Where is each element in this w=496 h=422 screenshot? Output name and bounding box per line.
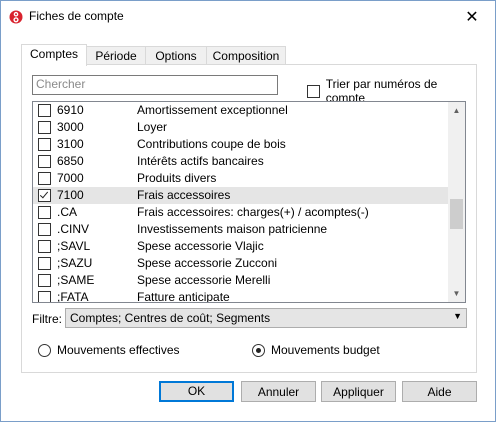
tab-comptes[interactable]: Comptes [21, 44, 87, 66]
close-button[interactable]: ✕ [449, 1, 495, 33]
ok-button[interactable]: OK [159, 381, 234, 402]
account-checkbox[interactable] [38, 155, 51, 168]
account-checkbox[interactable] [38, 104, 51, 117]
account-description: Amortissement exceptionnel [137, 103, 288, 117]
account-checkbox[interactable] [38, 121, 51, 134]
scroll-up-icon[interactable]: ▲ [448, 102, 465, 119]
list-item[interactable]: 3000 Loyer [33, 119, 448, 136]
tab-periode[interactable]: Période [86, 46, 146, 65]
account-description: Spese accessorie Merelli [137, 273, 271, 287]
radio-mouvements-effectives[interactable]: Mouvements effectives [38, 343, 180, 357]
list-item[interactable]: ;SAVL Spese accessorie Vlajic [33, 238, 448, 255]
account-checkbox[interactable] [38, 206, 51, 219]
list-item[interactable]: 6850 Intérêts actifs bancaires [33, 153, 448, 170]
account-checkbox[interactable] [38, 291, 51, 302]
account-checkbox[interactable] [38, 223, 51, 236]
list-item[interactable]: ;SAME Spese accessorie Merelli [33, 272, 448, 289]
sort-checkbox[interactable] [307, 84, 320, 98]
window-title: Fiches de compte [29, 9, 124, 23]
account-checkbox[interactable] [38, 138, 51, 151]
title-bar: Fiches de compte ✕ [1, 1, 495, 33]
dialog-window: Fiches de compte ✕ Comptes Période Optio… [0, 0, 496, 422]
account-code: 6910 [57, 103, 84, 117]
filter-value: Comptes; Centres de coût; Segments [70, 311, 271, 325]
account-description: Contributions coupe de bois [137, 137, 286, 151]
vertical-scrollbar[interactable]: ▲ ▼ [448, 102, 465, 302]
account-description: Frais accessoires: charges(+) / acomptes… [137, 205, 369, 219]
list-item[interactable]: .CINV Investissements maison patricienne [33, 221, 448, 238]
account-checkbox[interactable] [38, 257, 51, 270]
account-code: 7100 [57, 188, 84, 202]
account-checkbox[interactable] [38, 189, 51, 202]
account-description: Fatture anticipate [137, 290, 230, 303]
apply-button[interactable]: Appliquer [321, 381, 396, 402]
radio-effectives-label: Mouvements effectives [57, 343, 180, 357]
account-description: Produits divers [137, 171, 217, 185]
account-description: Spese accessorie Zucconi [137, 256, 278, 270]
account-code: ;FATA [57, 290, 89, 303]
account-code: .CA [57, 205, 78, 219]
account-description: Intérêts actifs bancaires [137, 154, 264, 168]
list-item[interactable]: 7100 Frais accessoires [33, 187, 448, 204]
account-rows: 6910 Amortissement exceptionnel 3000 Loyer 3… [33, 102, 448, 303]
help-button[interactable]: Aide [402, 381, 477, 402]
radio-budget-button[interactable] [252, 343, 265, 357]
list-item[interactable]: ;SAZU Spese accessorie Zucconi [33, 255, 448, 272]
list-item[interactable]: 3100 Contributions coupe de bois [33, 136, 448, 153]
tab-panel-comptes: Trier par numéros de compte 6910Amortiss… [21, 64, 477, 373]
tab-options[interactable]: Options [145, 46, 207, 65]
scroll-down-icon[interactable]: ▼ [448, 285, 465, 302]
account-description: Spese accessorie Vlajic [137, 239, 264, 253]
radio-mouvements-budget[interactable]: Mouvements budget [252, 343, 380, 357]
search-field-wrapper [32, 75, 278, 95]
list-item[interactable]: ;FATA Fatture anticipate [33, 289, 448, 303]
filter-select[interactable]: Comptes; Centres de coût; Segments ▼ [65, 308, 467, 328]
chevron-down-icon: ▼ [453, 311, 462, 321]
account-checkbox[interactable] [38, 274, 51, 287]
account-code: ;SAZU [57, 256, 93, 270]
list-item[interactable]: 7000 Produits divers [33, 170, 448, 187]
search-input[interactable] [33, 76, 275, 92]
account-checkbox[interactable] [38, 172, 51, 185]
account-code: ;SAME [57, 273, 95, 287]
account-description: Loyer [137, 120, 168, 134]
account-code: 3000 [57, 120, 84, 134]
radio-budget-label: Mouvements budget [271, 343, 380, 357]
account-checkbox[interactable] [38, 240, 51, 253]
cancel-button[interactable]: Annuler [241, 381, 316, 402]
scroll-thumb[interactable] [450, 199, 463, 229]
account-code: 7000 [57, 171, 84, 185]
list-item[interactable]: .CA Frais accessoires: charges(+) / acomp… [33, 204, 448, 221]
radio-effectives-button[interactable] [38, 343, 51, 357]
account-code: ;SAVL [57, 239, 91, 253]
list-item[interactable]: 6910 Amortissement exceptionnel [33, 102, 448, 119]
app-logo-icon [9, 10, 23, 24]
close-icon: ✕ [465, 9, 479, 26]
account-code: 6850 [57, 154, 84, 168]
account-code: 3100 [57, 137, 84, 151]
tab-composition[interactable]: Composition [206, 46, 286, 65]
account-list[interactable]: 6910 Amortissement exceptionnel 3000 Loyer 3… [32, 101, 466, 303]
account-description: Frais accessoires [137, 188, 231, 202]
account-code: .CINV [57, 222, 90, 236]
filter-label: Filtre: [32, 312, 62, 326]
account-description: Investissements maison patricienne [137, 222, 328, 236]
